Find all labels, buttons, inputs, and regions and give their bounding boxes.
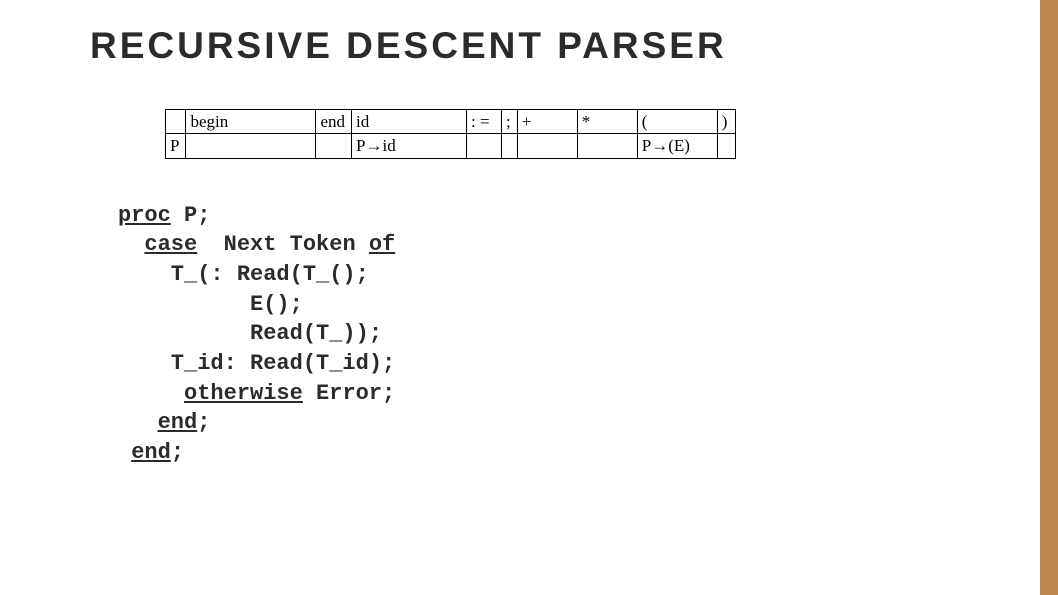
error-text: Error;: [303, 381, 395, 406]
kw-case: case: [144, 232, 197, 257]
header-end: end: [316, 110, 352, 134]
parse-table: begin end id : = ; + * ( ) P P→id P→(E): [165, 109, 736, 159]
code-block: proc P; case Next Token of T_(: Read(T_(…: [118, 201, 1008, 468]
semi2: ;: [171, 440, 184, 465]
kw-otherwise: otherwise: [184, 381, 303, 406]
header-begin: begin: [186, 110, 316, 134]
header-star: *: [577, 110, 637, 134]
header-blank: [166, 110, 186, 134]
accent-bar: [1040, 0, 1058, 595]
row-plus: [517, 134, 577, 158]
kw-proc: proc: [118, 203, 171, 228]
header-id: id: [352, 110, 467, 134]
header-lparen: (: [637, 110, 717, 134]
table-header-row: begin end id : = ; + * ( ): [166, 110, 736, 134]
next-token: Next Token: [197, 232, 369, 257]
proc-name: P;: [171, 203, 211, 228]
kw-end1: end: [158, 410, 198, 435]
code-line-e: E();: [118, 292, 303, 317]
header-rparen: ): [717, 110, 735, 134]
row-id: P→id: [352, 134, 467, 158]
row-begin: [186, 134, 316, 158]
kw-of: of: [369, 232, 395, 257]
row-assign: [467, 134, 502, 158]
kw-end2: end: [131, 440, 171, 465]
header-plus: +: [517, 110, 577, 134]
row-rparen: [717, 134, 735, 158]
semi1: ;: [197, 410, 210, 435]
header-assign: : =: [467, 110, 502, 134]
row-end: [316, 134, 352, 158]
code-line-tid: T_id: Read(T_id);: [118, 351, 395, 376]
row-semi: [502, 134, 518, 158]
code-line-trparen: Read(T_));: [118, 321, 382, 346]
row-lparen: P→(E): [637, 134, 717, 158]
code-line-tlparen: T_(: Read(T_();: [118, 262, 369, 287]
slide-title: RECURSIVE DESCENT PARSER: [90, 25, 1008, 67]
table-row: P P→id P→(E): [166, 134, 736, 158]
header-semi: ;: [502, 110, 518, 134]
row-star: [577, 134, 637, 158]
row-label: P: [166, 134, 186, 158]
